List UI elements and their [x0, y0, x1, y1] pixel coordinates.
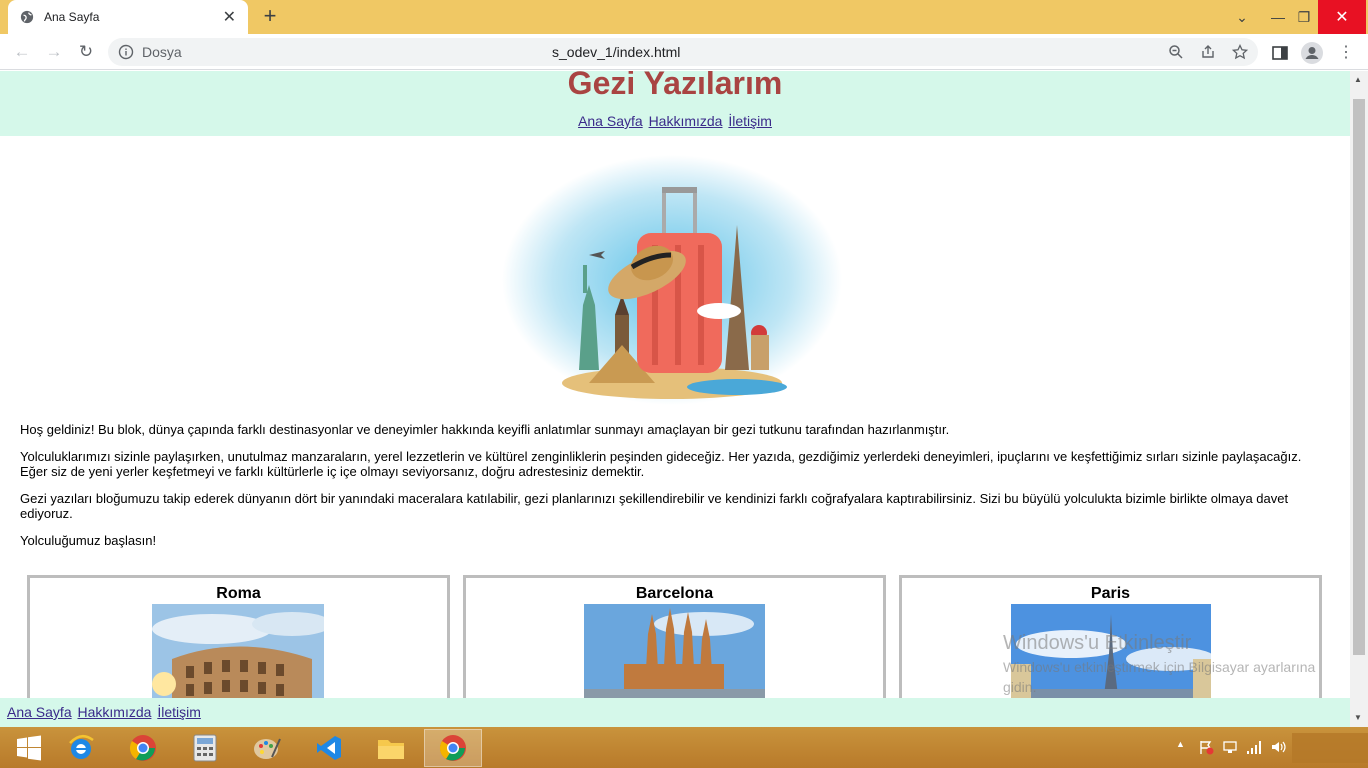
chrome-icon — [439, 735, 466, 761]
bookmark-star-icon[interactable] — [1232, 44, 1248, 60]
internet-explorer-icon — [69, 734, 94, 759]
main-nav: Ana Sayfa Hakkımızda İletişim — [0, 113, 1350, 129]
browser-toolbar: ← → ↻ Dosya s_odev_1/index.html ⋮ — [0, 34, 1368, 70]
calculator-icon — [193, 734, 217, 762]
footer-link-about[interactable]: Hakkımızda — [78, 704, 152, 720]
scroll-up-icon[interactable]: ▲ — [1354, 75, 1362, 84]
card-title: Barcelona — [635, 585, 714, 602]
file-explorer-taskbar-button[interactable] — [362, 729, 420, 767]
start-button[interactable] — [0, 729, 58, 767]
network-adapter-icon[interactable] — [1222, 739, 1238, 755]
chrome-active-taskbar-button[interactable] — [424, 729, 482, 767]
page-title: Gezi Yazılarım — [567, 71, 783, 101]
internet-explorer-taskbar-button[interactable] — [52, 729, 110, 767]
tray-expand-icon[interactable]: ▲ — [1176, 739, 1192, 755]
intro-text: Hoş geldiniz! Bu blok, dünya çapında far… — [20, 422, 1330, 560]
profile-avatar-icon[interactable] — [1301, 42, 1323, 64]
page-viewport: Gezi Yazılarım Ana Sayfa Hakkımızda İlet… — [0, 71, 1350, 727]
scroll-down-icon[interactable]: ▼ — [1354, 713, 1362, 722]
volume-icon[interactable] — [1270, 739, 1286, 755]
minimize-button[interactable]: — — [1264, 0, 1292, 34]
tab-search-icon[interactable]: ⌄ — [1228, 0, 1256, 34]
page-scrollbar[interactable]: ▲ ▼ — [1350, 71, 1368, 727]
info-icon[interactable] — [118, 44, 134, 60]
url-text[interactable]: s_odev_1/index.html — [552, 44, 680, 60]
watermark-line2: Windows'u etkinleştirmek için Bilgisayar… — [1003, 659, 1316, 695]
windows-taskbar: ▲ — [0, 727, 1368, 768]
card-title: Roma — [216, 585, 261, 602]
back-icon[interactable]: ← — [10, 40, 34, 64]
tab-close-icon[interactable]: ✕ — [223, 7, 236, 27]
footer-link-contact[interactable]: İletişim — [157, 704, 201, 720]
intro-paragraph: Yolculuklarımızı sizinle paylaşırken, un… — [20, 449, 1302, 479]
vscode-icon — [317, 736, 341, 760]
menu-icon[interactable]: ⋮ — [1334, 40, 1358, 64]
window-close-button[interactable]: ✕ — [1318, 0, 1366, 34]
signal-strength-icon[interactable] — [1246, 739, 1262, 755]
zoom-icon[interactable] — [1168, 44, 1184, 60]
windows-activation-watermark: Windows'u Etkinleştir Windows'u etkinleş… — [1003, 632, 1333, 697]
windows-logo-icon — [17, 735, 41, 761]
vscode-taskbar-button[interactable] — [300, 729, 358, 767]
browser-tab[interactable]: Ana Sayfa ✕ — [8, 0, 248, 34]
browser-titlebar: Ana Sayfa ✕ + ⌄ — ❐ ✕ — [0, 0, 1368, 34]
forward-icon[interactable]: → — [42, 40, 66, 64]
colosseum-image — [152, 604, 324, 704]
reload-icon[interactable]: ↻ — [74, 40, 98, 64]
paint-palette-icon — [254, 738, 281, 759]
nav-link-about[interactable]: Hakkımızda — [649, 113, 723, 129]
globe-icon — [20, 10, 34, 24]
action-center-flag-icon[interactable] — [1198, 739, 1214, 755]
site-footer: Ana Sayfa Hakkımızda İletişim — [0, 698, 1350, 727]
scrollbar-thumb[interactable] — [1353, 99, 1365, 655]
intro-paragraph: Gezi yazıları bloğumuzu takip ederek dün… — [20, 491, 1289, 521]
scheme-label: Dosya — [142, 44, 182, 60]
nav-link-home[interactable]: Ana Sayfa — [578, 113, 643, 129]
taskbar-clock[interactable] — [1292, 733, 1368, 763]
calculator-taskbar-button[interactable] — [176, 729, 234, 767]
address-bar[interactable]: Dosya s_odev_1/index.html — [108, 38, 1258, 66]
site-header: Gezi Yazılarım Ana Sayfa Hakkımızda İlet… — [0, 71, 1350, 136]
intro-paragraph: Yolculuğumuz başlasın! — [20, 533, 157, 548]
chrome-icon — [129, 735, 156, 761]
intro-paragraph: Hoş geldiniz! Bu blok, dünya çapında far… — [20, 422, 950, 437]
watermark-line1: Windows'u Etkinleştir — [1003, 632, 1192, 654]
share-icon[interactable] — [1200, 44, 1216, 60]
paint-taskbar-button[interactable] — [238, 729, 296, 767]
footer-link-home[interactable]: Ana Sayfa — [7, 704, 72, 720]
sagrada-familia-image — [584, 604, 765, 704]
restore-button[interactable]: ❐ — [1292, 0, 1316, 34]
tab-title: Ana Sayfa — [44, 10, 100, 24]
new-tab-button[interactable]: + — [258, 4, 282, 28]
side-panel-icon[interactable] — [1271, 44, 1289, 62]
nav-link-contact[interactable]: İletişim — [728, 113, 772, 129]
folder-icon — [378, 740, 404, 759]
chrome-taskbar-button[interactable] — [114, 729, 172, 767]
travel-hero-image — [502, 155, 842, 405]
card-title: Paris — [1090, 585, 1131, 602]
